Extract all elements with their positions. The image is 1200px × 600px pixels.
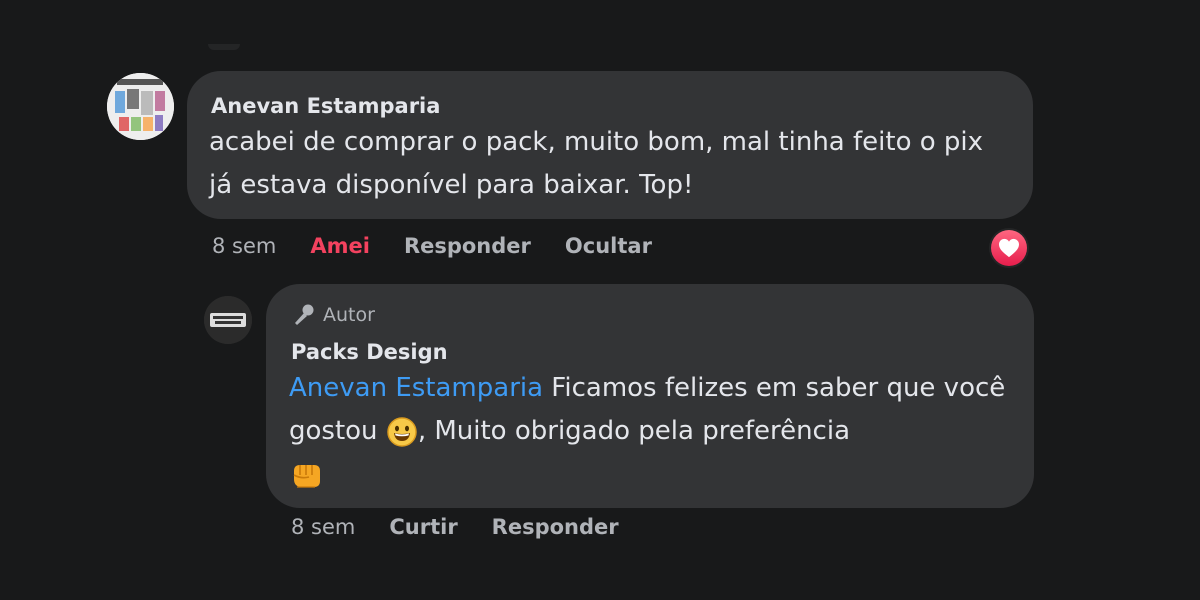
reply-text: Anevan Estamparia Ficamos felizes em sab… xyxy=(289,367,1009,496)
comment-text: acabei de comprar o pack, muito bom, mal… xyxy=(209,127,984,200)
previous-comment-edge xyxy=(208,44,240,50)
avatar-image xyxy=(204,296,252,344)
reply-button[interactable]: Responder xyxy=(492,515,619,539)
reply-bubble: Autor Packs Design Anevan Estamparia Fic… xyxy=(266,284,1034,508)
reply-button[interactable]: Responder xyxy=(404,234,531,258)
reply-text-part2: , Muito obrigado pela preferência xyxy=(417,416,851,446)
like-button[interactable]: Curtir xyxy=(389,515,457,539)
grinning-face-emoji xyxy=(387,416,417,447)
reply-actions: 8 sem Curtir Responder xyxy=(291,512,653,542)
comment-bubble: Anevan Estamparia acabei de comprar o pa… xyxy=(187,71,1033,219)
comment-thread: Anevan Estamparia acabei de comprar o pa… xyxy=(0,0,1200,600)
comment-timestamp[interactable]: 8 sem xyxy=(212,234,276,258)
avatar-image xyxy=(107,73,174,140)
mention-link[interactable]: Anevan Estamparia xyxy=(289,373,543,403)
love-button[interactable]: Amei xyxy=(310,234,370,258)
oncoming-fist-emoji xyxy=(293,464,320,488)
author-badge-label: Autor xyxy=(323,304,375,326)
microphone-icon xyxy=(295,304,314,325)
heart-reaction-icon xyxy=(991,230,1027,266)
reply-author[interactable]: Packs Design xyxy=(291,339,1009,365)
reaction-badge[interactable] xyxy=(989,228,1029,268)
comment-actions: 8 sem Amei Responder Ocultar xyxy=(212,231,686,261)
avatar[interactable] xyxy=(204,296,252,344)
comment-author[interactable]: Anevan Estamparia xyxy=(211,93,1009,119)
hide-button[interactable]: Ocultar xyxy=(565,234,652,258)
reply-timestamp[interactable]: 8 sem xyxy=(291,515,355,539)
author-badge: Autor xyxy=(291,301,1009,329)
avatar[interactable] xyxy=(107,73,174,140)
